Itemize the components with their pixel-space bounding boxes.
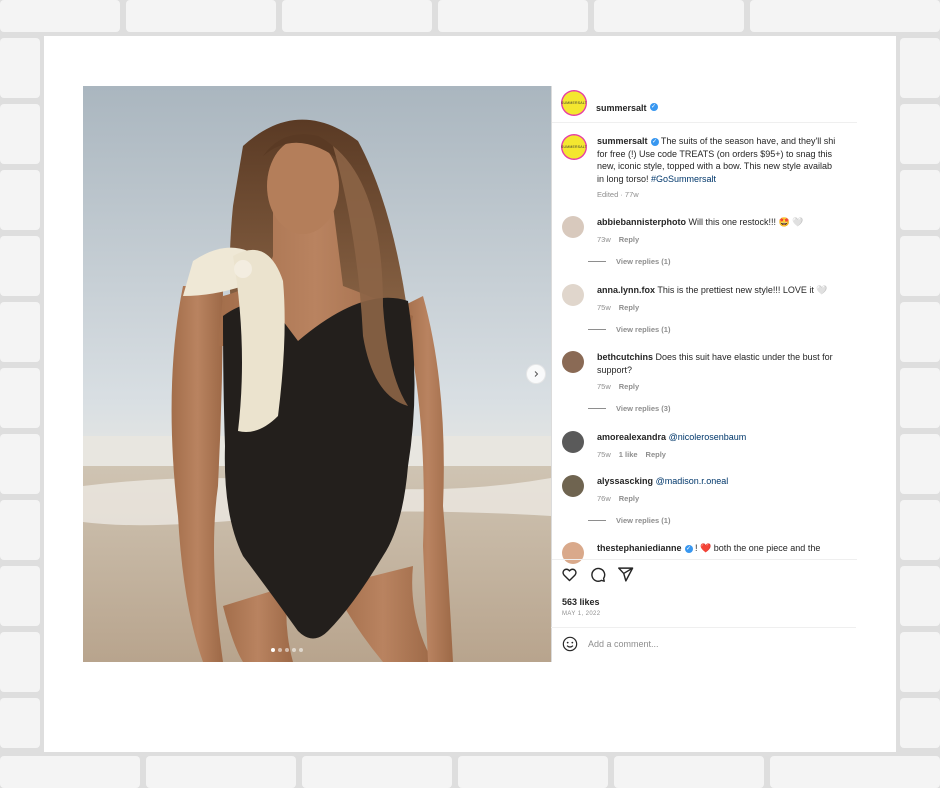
verified-icon: ✓ — [649, 102, 658, 111]
comment-mention[interactable]: @nicolerosenbaum — [669, 432, 747, 442]
emoji-icon[interactable] — [562, 636, 578, 652]
post-image[interactable] — [83, 86, 551, 662]
comment-text: This is the prettiest new style!!! LOVE … — [657, 285, 828, 295]
comment-like-count[interactable]: 1 like — [619, 450, 638, 459]
account-name-row: summersalt ✓ — [596, 98, 658, 116]
comment-time: 75w — [597, 382, 611, 391]
commenter-name[interactable]: bethcutchins — [597, 352, 653, 362]
divider — [552, 559, 857, 560]
next-image-button[interactable] — [526, 364, 546, 384]
commenter-name[interactable]: amorealexandra — [597, 432, 666, 442]
caption-line: in long torso! — [597, 173, 652, 184]
reply-button[interactable]: Reply — [619, 494, 639, 503]
add-comment-input[interactable]: Add a comment... — [588, 639, 659, 649]
comment-time: 75w — [597, 302, 611, 312]
reply-button[interactable]: Reply — [619, 382, 639, 391]
commenter-avatar[interactable] — [562, 284, 584, 306]
comment-text-continued: support? — [597, 364, 633, 375]
comment-text: Does this suit have elastic under the bu… — [655, 352, 833, 362]
comment-icon[interactable] — [589, 566, 606, 583]
divider — [551, 627, 856, 628]
post-caption: summersalt ✓ The suits of the season have… — [597, 135, 857, 202]
comment-time: 75w — [597, 449, 611, 459]
view-replies-button[interactable]: View replies (1) — [588, 257, 670, 266]
comment-text: Will this one restock!!! 🤩 🤍 — [688, 217, 804, 227]
heart-icon[interactable] — [561, 566, 578, 583]
commenter-name[interactable]: abbiebannisterphoto — [597, 217, 686, 227]
carousel-dot — [278, 648, 282, 652]
chevron-right-icon — [534, 371, 539, 377]
brand-badge-text: SUMMERSALT — [560, 145, 588, 149]
post-header: SUMMERSALT summersalt ✓ — [552, 86, 857, 123]
post-date: MAY 1, 2022 — [562, 611, 601, 617]
caption-avatar[interactable]: SUMMERSALT — [561, 134, 587, 160]
commenter-name[interactable]: alyssascking — [597, 476, 653, 486]
comment-time: 73w — [597, 234, 611, 244]
edited-label: Edited · 77w — [597, 190, 639, 199]
share-icon[interactable] — [617, 566, 634, 583]
caption-account-name[interactable]: summersalt — [597, 136, 648, 146]
verified-icon: ✓ — [684, 544, 693, 553]
commenter-avatar[interactable] — [562, 351, 584, 373]
carousel-indicator — [271, 648, 303, 652]
reply-button[interactable]: Reply — [646, 450, 666, 459]
carousel-dot — [285, 648, 289, 652]
caption-line: The suits of the season have, and they'l… — [660, 136, 836, 146]
view-replies-button[interactable]: View replies (1) — [588, 516, 670, 525]
like-count[interactable]: 563 likes — [562, 597, 600, 607]
post-actions — [561, 566, 634, 583]
commenter-avatar[interactable] — [562, 431, 584, 453]
reply-button[interactable]: Reply — [619, 303, 639, 312]
account-name[interactable]: summersalt — [596, 103, 647, 113]
carousel-dot — [271, 648, 275, 652]
caption-line: for free (!) Use code TREATS (on orders … — [597, 148, 833, 159]
comment-mention[interactable]: @madison.r.oneal — [656, 476, 729, 486]
commenter-name[interactable]: anna.lynn.fox — [597, 285, 655, 295]
view-replies-button[interactable]: View replies (1) — [588, 325, 670, 334]
verified-icon: ✓ — [650, 137, 659, 146]
caption-line: new, iconic style, topped with a bow. Th… — [597, 161, 832, 171]
view-replies-button[interactable]: View replies (3) — [588, 404, 670, 413]
hashtag-link[interactable]: #GoSummersalt — [651, 174, 716, 184]
account-avatar[interactable]: SUMMERSALT — [561, 90, 587, 116]
swimsuit-photo — [83, 86, 551, 662]
comment-time: 76w — [597, 493, 611, 503]
brand-badge-text: SUMMERSALT — [560, 101, 588, 105]
commenter-name[interactable]: thestephaniedianne — [597, 543, 682, 553]
carousel-dot — [292, 648, 296, 652]
commenter-avatar[interactable] — [562, 216, 584, 238]
commenter-avatar[interactable] — [562, 475, 584, 497]
add-comment-row: Add a comment... — [562, 636, 659, 652]
comment-text: ! ❤️ both the one piece and the — [695, 543, 821, 553]
reply-button[interactable]: Reply — [619, 235, 639, 244]
commenter-avatar[interactable] — [562, 542, 584, 564]
carousel-dot — [299, 648, 303, 652]
